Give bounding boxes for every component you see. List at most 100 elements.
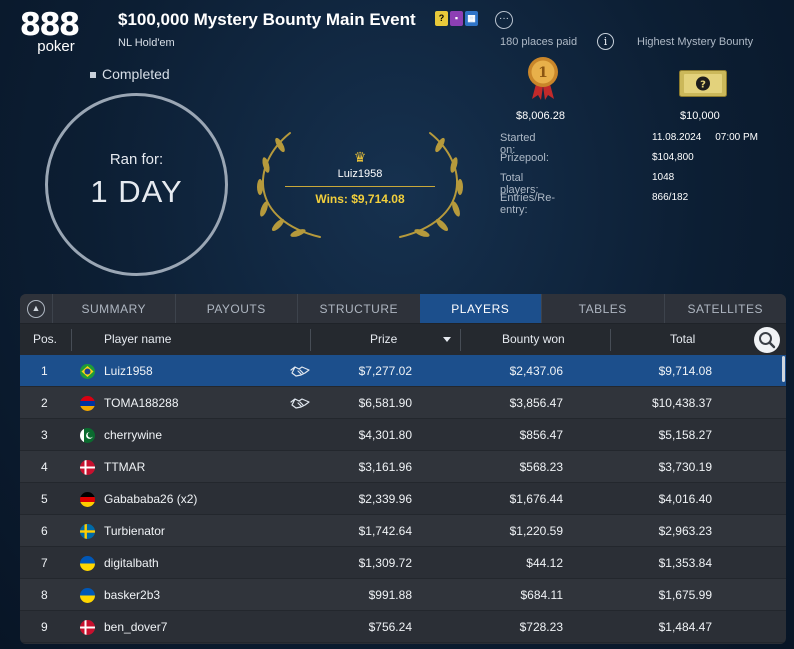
- row-bounty: $2,437.06: [509, 364, 563, 378]
- mystery-bounty-icon: ?: [435, 11, 448, 26]
- row-player-name: basker2b3: [104, 588, 161, 602]
- table-row[interactable]: 6 Turbienator $1,742.64 $1,220.59 $2,963.23: [20, 515, 786, 547]
- players-table-body: 1 Luiz1958 $7,277.02 $2,437.06 $9,714.08 2 TOM…: [20, 355, 786, 643]
- denmark-flag-icon: [80, 620, 95, 635]
- germany-flag-icon: [80, 492, 95, 507]
- row-position: 9: [41, 620, 48, 634]
- row-bounty: $728.23: [519, 620, 563, 634]
- ran-for-label: Ran for:: [109, 151, 164, 168]
- table-row[interactable]: 8 basker2b3 $991.88 $684.11 $1,675.99: [20, 579, 786, 611]
- col-player-name[interactable]: Player name: [104, 324, 171, 355]
- armenia-flag-icon: [80, 396, 95, 411]
- ukraine-flag-icon: [80, 588, 95, 603]
- mystery-bounty-ticket-icon: ?: [679, 70, 727, 97]
- table-row[interactable]: 2 TOMA188288 $6,581.90 $3,856.47 $10,438.37: [20, 387, 786, 419]
- tab-payouts[interactable]: PAYOUTS: [174, 294, 298, 323]
- info-icon[interactable]: i: [597, 33, 614, 50]
- logo-number: 888: [19, 7, 81, 43]
- ukraine-flag-icon: [80, 556, 95, 571]
- row-player-name: ben_dover7: [104, 620, 168, 634]
- row-player-name: Luiz1958: [104, 364, 153, 378]
- row-position: 1: [41, 364, 48, 378]
- table-row[interactable]: 4 TTMAR $3,161.96 $568.23 $3,730.19: [20, 451, 786, 483]
- row-player-name: TOMA188288: [104, 396, 179, 410]
- tournament-status: Completed: [90, 66, 170, 82]
- tab-tables[interactable]: TABLES: [541, 294, 664, 323]
- col-prize[interactable]: Prize: [370, 324, 397, 355]
- table-row[interactable]: 7 digitalbath $1,309.72 $44.12 $1,353.84: [20, 547, 786, 579]
- row-prize: $756.24: [368, 620, 412, 634]
- row-total: $1,484.47: [658, 620, 712, 634]
- row-bounty: $856.47: [519, 428, 563, 442]
- winner-divider: [285, 186, 435, 187]
- tournament-title: $100,000 Mystery Bounty Main Event: [118, 10, 416, 29]
- table-row[interactable]: 3 cherrywine $4,301.80 $856.47 $5,158.27: [20, 419, 786, 451]
- sort-desc-icon[interactable]: [443, 337, 451, 342]
- table-header: Pos. Player name Prize Bounty won Total: [20, 324, 786, 355]
- row-prize: $6,581.90: [358, 396, 412, 410]
- game-type: NL Hold'em: [118, 37, 175, 49]
- col-separator: [310, 329, 311, 351]
- table-row[interactable]: 9 ben_dover7 $756.24 $728.23 $1,484.47: [20, 611, 786, 643]
- tournament-badges: ? ▪ ▦: [435, 11, 478, 26]
- 888poker-logo: 888 poker: [18, 7, 81, 58]
- info-value: 866/182: [652, 192, 689, 203]
- calendar-icon: ▦: [465, 11, 478, 26]
- lobby-panel: ▲ SUMMARY PAYOUTS STRUCTURE PLAYERS TABL…: [20, 294, 786, 644]
- info-value: $104,800: [652, 152, 694, 163]
- row-player-name: Gabababa26 (x2): [104, 492, 198, 506]
- crown-icon: ♛: [353, 149, 367, 165]
- row-total: $3,730.19: [658, 460, 712, 474]
- row-bounty: $44.12: [526, 556, 563, 570]
- col-bounty-won[interactable]: Bounty won: [502, 324, 565, 355]
- tab-players[interactable]: PLAYERS: [419, 294, 541, 323]
- row-player-name: digitalbath: [104, 556, 159, 570]
- col-total[interactable]: Total: [670, 324, 695, 355]
- row-total: $1,353.84: [658, 556, 712, 570]
- search-icon: [759, 332, 776, 349]
- tab-summary[interactable]: SUMMARY: [52, 294, 175, 323]
- info-key: Prizepool:: [500, 152, 549, 164]
- highest-bounty-label: Highest Mystery Bounty: [637, 36, 754, 48]
- row-prize: $3,161.96: [358, 460, 412, 474]
- denmark-flag-icon: [80, 460, 95, 475]
- row-position: 5: [41, 492, 48, 506]
- svg-text:1: 1: [538, 65, 548, 81]
- sweden-flag-icon: [80, 524, 95, 539]
- pakistan-flag-icon: [80, 428, 95, 443]
- row-position: 3: [41, 428, 48, 442]
- row-prize: $1,309.72: [358, 556, 412, 570]
- row-prize: $991.88: [368, 588, 412, 602]
- row-total: $9,714.08: [658, 364, 712, 378]
- first-place-medal-icon: 1: [528, 57, 558, 100]
- table-row[interactable]: 1 Luiz1958 $7,277.02 $2,437.06 $9,714.08: [20, 355, 786, 387]
- table-row[interactable]: 5 Gabababa26 (x2) $2,339.96 $1,676.44 $4,016…: [20, 483, 786, 515]
- search-button[interactable]: [754, 327, 780, 353]
- video-icon: ▪: [450, 11, 463, 26]
- row-position: 2: [41, 396, 48, 410]
- info-value: 11.08.2024 07:00 PM: [652, 132, 759, 143]
- winner-name: Luiz1958: [337, 168, 383, 180]
- logo-word: poker: [37, 38, 75, 55]
- tab-bar: ▲ SUMMARY PAYOUTS STRUCTURE PLAYERS TABL…: [20, 294, 786, 324]
- tab-structure[interactable]: STRUCTURE: [297, 294, 420, 323]
- brazil-flag-icon: [80, 364, 95, 379]
- row-total: $10,438.37: [651, 396, 712, 410]
- status-text: Completed: [102, 66, 170, 82]
- highest-bounty-amount: $10,000: [680, 110, 720, 122]
- row-prize: $4,301.80: [358, 428, 412, 442]
- row-bounty: $1,676.44: [509, 492, 563, 506]
- scrollbar[interactable]: [782, 356, 785, 382]
- row-position: 8: [41, 588, 48, 602]
- row-player-name: Turbienator: [104, 524, 165, 538]
- col-separator: [460, 329, 461, 351]
- ran-for-value: 1 DAY: [90, 174, 183, 209]
- col-pos[interactable]: Pos.: [33, 324, 57, 355]
- row-total: $2,963.23: [658, 524, 712, 538]
- tab-satellites[interactable]: SATELLITES: [663, 294, 787, 323]
- row-position: 7: [41, 556, 48, 570]
- more-options-button[interactable]: ···: [495, 11, 513, 29]
- row-total: $4,016.40: [658, 492, 712, 506]
- ran-for-circle: Ran for: 1 DAY: [45, 93, 228, 276]
- collapse-button[interactable]: ▲: [20, 294, 52, 324]
